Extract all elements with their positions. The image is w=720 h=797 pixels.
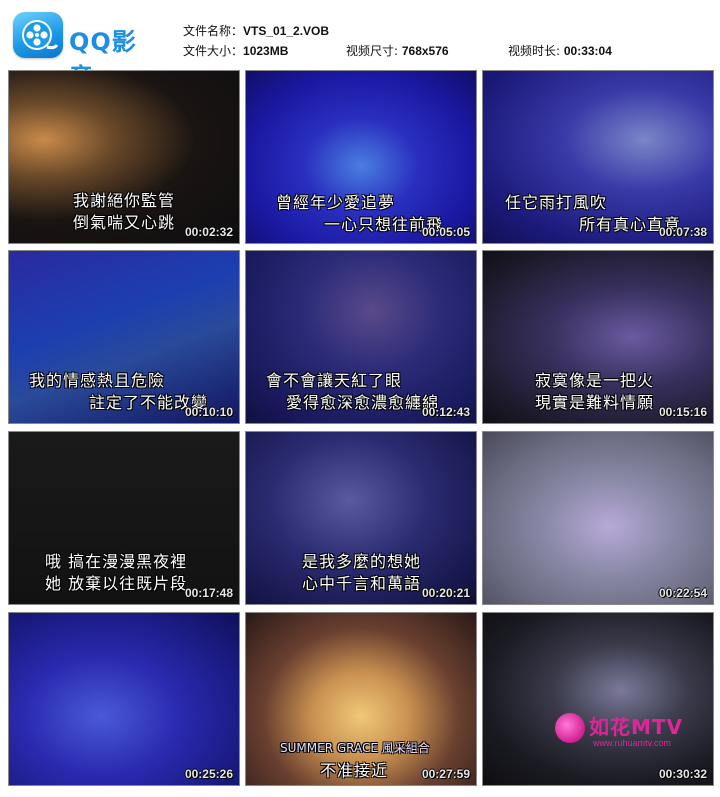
subtitle-line: 會不會讓天紅了眼 <box>266 371 403 390</box>
video-thumbnail[interactable]: SUMMER GRACE 風采組合 不准接近 00:27:59 <box>245 612 477 786</box>
video-duration-row: 视频时长: 00:33:04 <box>508 42 612 59</box>
timestamp: 00:12:43 <box>421 405 470 419</box>
subtitle-line: 哦 搞在漫漫黑夜裡 <box>45 552 188 571</box>
subtitle-line: 愛得愈深愈濃愈纏綿 <box>286 393 440 412</box>
timestamp: 00:10:10 <box>184 405 233 419</box>
video-thumbnail[interactable]: 00:22:54 <box>482 431 714 605</box>
video-dims-value: 768x576 <box>401 44 449 58</box>
video-dims-row: 视频尺寸: 768x576 <box>346 42 449 59</box>
subtitle-line: 現實是難料情願 <box>535 393 655 412</box>
subtitle-line: 她 放棄以往既片段 <box>45 574 188 593</box>
video-thumbnail[interactable]: 曾經年少愛追夢 一心只想往前飛 00:05:05 <box>245 70 477 244</box>
timestamp: 00:02:32 <box>184 225 233 239</box>
subtitle-line: 曾經年少愛追夢 <box>276 193 396 212</box>
file-name-row: 文件名称：VTS_01_2.VOB <box>183 22 329 39</box>
film-reel-icon <box>13 12 63 58</box>
timestamp: 00:15:16 <box>658 405 707 419</box>
timestamp: 00:22:54 <box>658 586 707 600</box>
video-thumbnail[interactable]: 是我多麼的想她 心中千言和萬語 00:20:21 <box>245 431 477 605</box>
video-thumbnail[interactable]: 如花MTV www.ruhuamtv.com 00:30:32 <box>482 612 714 786</box>
file-size-value: 1023MB <box>243 44 289 58</box>
subtitle-line: 是我多麼的想她 <box>302 552 422 571</box>
video-thumbnail[interactable]: 哦 搞在漫漫黑夜裡 她 放棄以往既片段 00:17:48 <box>8 431 240 605</box>
video-thumbnail[interactable]: 任它雨打風吹 所有真心直意 00:07:38 <box>482 70 714 244</box>
watermark-title: 如花MTV <box>589 715 684 739</box>
watermark: 如花MTV www.ruhuamtv.com <box>555 711 705 755</box>
timestamp: 00:05:05 <box>421 225 470 239</box>
timestamp: 00:30:32 <box>658 767 707 781</box>
subtitle-line: SUMMER GRACE 風采組合 <box>280 741 430 755</box>
ruhua-logo-icon <box>555 713 585 743</box>
subtitle-line: 我的情感熱且危險 <box>29 371 166 390</box>
video-thumbnail[interactable]: 寂寞像是一把火 現實是難料情願 00:15:16 <box>482 250 714 424</box>
file-size-label: 文件大小： <box>183 44 244 58</box>
video-duration-value: 00:33:04 <box>563 44 612 58</box>
video-dims-label: 视频尺寸: <box>346 44 402 58</box>
subtitle-line: 寂寞像是一把火 <box>535 371 655 390</box>
subtitle-line: 不准接近 <box>320 761 389 780</box>
subtitle-line: 倒氣喘又心跳 <box>73 213 176 232</box>
video-thumbnail[interactable]: 會不會讓天紅了眼 愛得愈深愈濃愈纏綿 00:12:43 <box>245 250 477 424</box>
subtitle-line: 我謝絕你監管 <box>73 191 176 210</box>
video-thumbnail[interactable]: 00:25:26 <box>8 612 240 786</box>
header: QQ影音 文件名称：VTS_01_2.VOB 文件大小：1023MB 视频尺寸:… <box>0 0 720 91</box>
subtitle-line: 任它雨打風吹 <box>505 193 608 212</box>
video-thumbnail[interactable]: 我謝絕你監管 倒氣喘又心跳 00:02:32 <box>8 70 240 244</box>
subtitle-line: 心中千言和萬語 <box>302 574 422 593</box>
timestamp: 00:25:26 <box>184 767 233 781</box>
file-size-row: 文件大小：1023MB <box>183 42 288 59</box>
video-thumbnail[interactable]: 我的情感熱且危險 註定了不能改變 00:10:10 <box>8 250 240 424</box>
timestamp: 00:07:38 <box>658 225 707 239</box>
timestamp: 00:20:21 <box>421 586 470 600</box>
qq-player-logo: QQ影音 <box>13 12 161 91</box>
timestamp: 00:27:59 <box>421 767 470 781</box>
watermark-url: www.ruhuamtv.com <box>593 738 671 748</box>
timestamp: 00:17:48 <box>184 586 233 600</box>
file-name-label: 文件名称： <box>183 24 244 38</box>
file-name-value: VTS_01_2.VOB <box>243 24 330 38</box>
video-duration-label: 视频时长: <box>508 44 564 58</box>
